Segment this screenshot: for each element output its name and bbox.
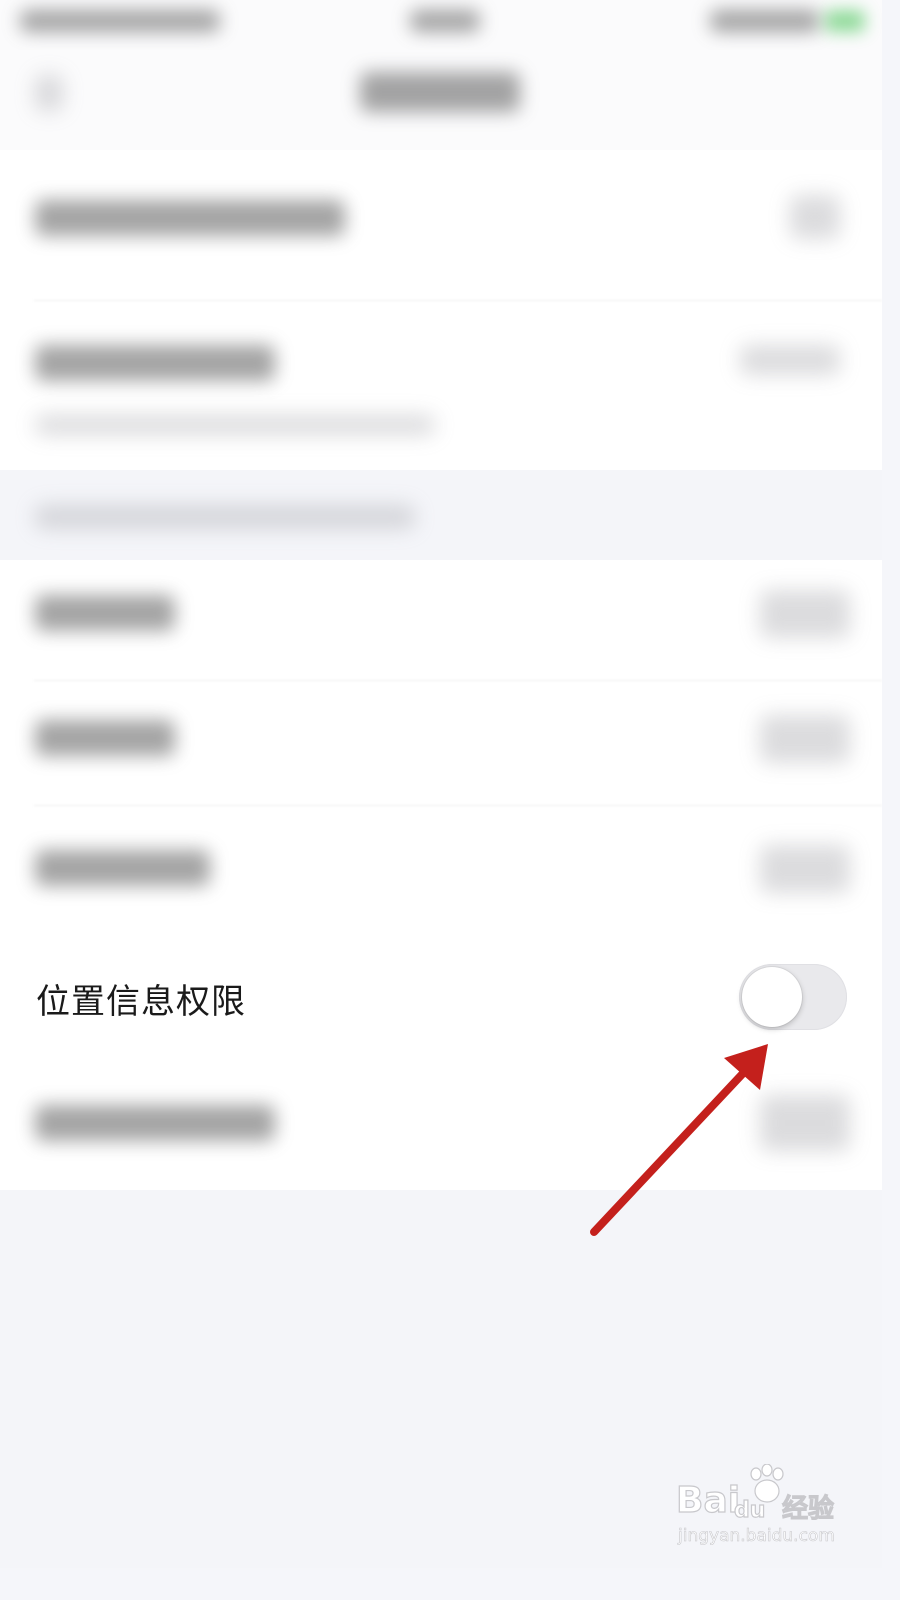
watermark-url: jingyan.baidu.com — [678, 1526, 835, 1547]
watermark-brand: Bai — [675, 1479, 741, 1521]
settings-screen: 位置信息权限 Bai du 经验 jingyan.baidu.com — [0, 0, 882, 1568]
annotation-arrow-icon — [590, 1044, 768, 1236]
watermark-brand-suffix: du — [733, 1497, 766, 1523]
baidu-watermark: Bai du 经验 jingyan.baidu.com — [675, 1464, 856, 1550]
watermark-product: 经验 — [781, 1494, 835, 1525]
